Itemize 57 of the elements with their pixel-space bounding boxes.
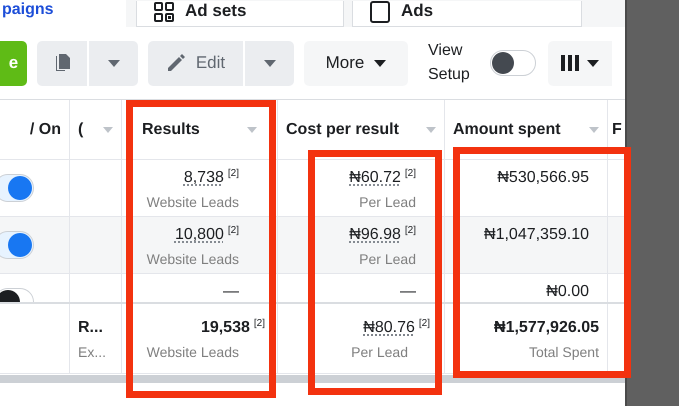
sort-icon: [589, 126, 599, 132]
footnote-mark: [2]: [418, 318, 430, 330]
results-value: 10,800: [174, 225, 224, 245]
caret-icon: [264, 60, 276, 66]
result-type: Website Leads: [146, 343, 239, 362]
campaigns-tab[interactable]: paigns: [0, 0, 126, 27]
square-icon: [369, 1, 391, 23]
more-button[interactable]: More: [304, 40, 408, 86]
amount-spent: ₦1,047,359.10: [484, 225, 589, 245]
cost-value: ₦60.72: [349, 168, 401, 188]
duplicate-button[interactable]: [37, 40, 87, 86]
column-header[interactable]: Amount spent: [453, 120, 599, 138]
column-header[interactable]: Results: [142, 120, 257, 138]
copy-icon: [53, 53, 71, 73]
columns-icon: [561, 55, 579, 71]
results-total: 19,538: [200, 318, 250, 338]
caret-icon: [108, 60, 120, 66]
footnote-mark: [2]: [228, 168, 239, 180]
caret-icon: [587, 60, 599, 66]
result-type: Website Leads: [146, 193, 239, 212]
column-header[interactable]: / On: [30, 120, 61, 138]
cost-total: ₦80.76: [363, 318, 415, 338]
summary-name: R...: [78, 318, 104, 338]
footnote-mark: [2]: [404, 225, 416, 237]
pencil-icon: [166, 53, 186, 73]
sort-icon: [426, 126, 436, 132]
footnote-mark: [2]: [404, 168, 416, 180]
cost-value: ₦96.98: [349, 225, 401, 245]
grid-icon: [153, 1, 175, 23]
total-spent-label: Total Spent: [528, 343, 599, 362]
cost-unit: Per Lead: [359, 193, 416, 212]
column-header[interactable]: Cost per result: [286, 120, 436, 138]
caret-icon: [374, 60, 386, 66]
amount-spent-total: ₦1,577,926.05: [494, 318, 599, 338]
results-value: 8,738: [184, 168, 224, 188]
result-type: Website Leads: [146, 250, 239, 269]
sort-icon: [247, 126, 257, 132]
on-off-toggle[interactable]: [0, 174, 34, 202]
on-off-toggle[interactable]: [0, 231, 34, 259]
footnote-mark: [2]: [228, 225, 239, 237]
summary-subtitle: Ex...: [78, 343, 108, 362]
edit-button[interactable]: Edit: [148, 40, 243, 86]
cost-unit: Per Lead: [359, 250, 416, 269]
footnote-mark: [2]: [254, 318, 265, 330]
ad-sets-tab[interactable]: Ad sets: [136, 1, 344, 27]
columns-button[interactable]: [548, 40, 612, 86]
ads-tab[interactable]: Ads: [352, 1, 582, 27]
view-setup-toggle[interactable]: [490, 50, 536, 76]
column-header[interactable]: (: [78, 120, 113, 138]
cost-value: —: [400, 282, 416, 302]
view-setup-label: View Setup: [428, 41, 471, 85]
results-value: —: [223, 282, 239, 302]
column-header[interactable]: F: [612, 120, 622, 138]
amount-spent: ₦0.00: [546, 282, 589, 302]
amount-spent: ₦530,566.95: [497, 168, 589, 188]
cost-unit: Per Lead: [351, 343, 408, 362]
sort-icon: [103, 126, 113, 132]
